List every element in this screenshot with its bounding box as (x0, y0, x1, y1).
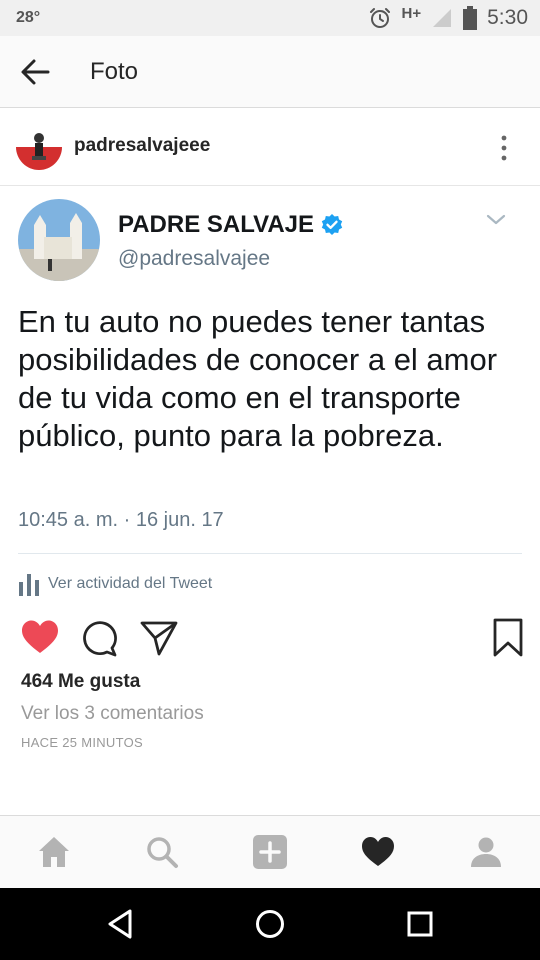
tweet-text: En tu auto no puedes tener tantas posibi… (18, 304, 498, 453)
activity-heart-icon[interactable] (360, 834, 396, 870)
tweet-handle: @padresalvajee (118, 247, 271, 270)
heart-filled-icon[interactable] (20, 618, 60, 658)
vertical-dots-icon[interactable] (492, 132, 516, 164)
bottom-nav (0, 815, 540, 888)
tweet-avatar (18, 199, 100, 281)
verified-badge-icon (321, 214, 343, 235)
username[interactable]: padresalvajeee (74, 135, 210, 157)
arrow-left-icon[interactable] (18, 56, 52, 88)
back-triangle-icon[interactable] (102, 906, 138, 942)
page-title: Foto (90, 58, 139, 85)
analytics-icon (19, 574, 39, 596)
activity-label: Ver actividad del Tweet (48, 575, 213, 592)
app-bar: Foto (0, 36, 540, 108)
post-header: padresalvajeee (0, 110, 540, 186)
send-icon[interactable] (139, 618, 179, 658)
tweet-timestamp: 10:45 a. m. · 16 jun. 17 (18, 509, 224, 531)
comment-icon[interactable] (79, 618, 119, 658)
post-timestamp: HACE 25 MINUTOS (21, 735, 144, 750)
status-bar: 28° H+ 5:30 (0, 0, 540, 36)
search-icon[interactable] (144, 834, 180, 870)
chevron-down-icon (486, 214, 506, 225)
tweet-card[interactable]: PADRE SALVAJE @padresalvajee En tu auto … (0, 187, 540, 609)
bookmark-icon[interactable] (488, 618, 528, 658)
display-name-text: PADRE SALVAJE (118, 211, 315, 238)
status-icons: H+ 5:30 (368, 4, 528, 32)
temperature-text: 28° (16, 9, 41, 26)
post-actions (0, 614, 540, 662)
tweet-display-name: PADRE SALVAJE (118, 211, 344, 239)
battery-icon (463, 6, 478, 30)
home-icon[interactable] (36, 834, 72, 870)
recents-square-icon[interactable] (402, 906, 438, 942)
network-type: H+ (401, 4, 422, 22)
signal-icon (433, 9, 452, 27)
likes-count[interactable]: 464 Me gusta (21, 671, 140, 693)
clock: 5:30 (487, 6, 528, 29)
view-comments-link[interactable]: Ver los 3 comentarios (21, 703, 204, 725)
avatar[interactable] (16, 124, 62, 170)
alarm-icon (369, 8, 390, 28)
add-icon[interactable] (252, 834, 288, 870)
tweet-activity: Ver actividad del Tweet (18, 572, 212, 596)
home-circle-icon[interactable] (252, 906, 288, 942)
divider (18, 553, 522, 554)
profile-icon[interactable] (468, 834, 504, 870)
system-nav-bar (0, 888, 540, 960)
